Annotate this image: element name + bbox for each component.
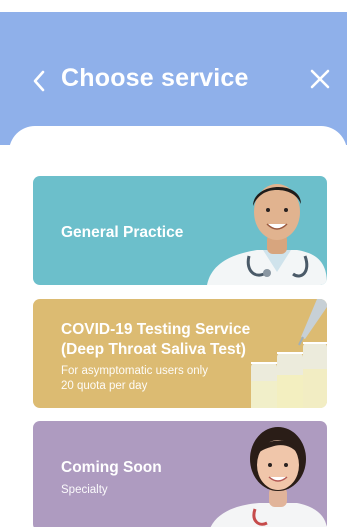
- close-icon: [310, 69, 330, 89]
- test-tubes-photo: [251, 299, 327, 408]
- status-strip: [0, 0, 347, 12]
- doctor-male-photo: [207, 184, 327, 285]
- service-card-coming-soon[interactable]: Coming Soon Specialty: [33, 421, 327, 527]
- service-card-covid-testing[interactable]: COVID-19 Testing Service (Deep Throat Sa…: [33, 299, 327, 408]
- screen: Choose service General Practice COVID-19…: [0, 0, 347, 527]
- close-button[interactable]: [305, 64, 335, 94]
- service-card-general-practice[interactable]: General Practice: [33, 176, 327, 285]
- chevron-left-icon: [33, 70, 45, 92]
- service-title-line-2: (Deep Throat Saliva Test): [61, 341, 246, 358]
- service-title: Coming Soon: [61, 459, 162, 476]
- page-title: Choose service: [61, 64, 249, 92]
- service-title: General Practice: [61, 224, 184, 241]
- header-bar: Choose service: [0, 0, 347, 145]
- service-subtitle: Specialty: [61, 484, 108, 496]
- service-title-line-1: COVID-19 Testing Service: [61, 321, 251, 338]
- back-button[interactable]: [26, 66, 52, 96]
- doctor-female-photo: [210, 427, 327, 527]
- service-subtitle-line-2: 20 quota per day: [61, 380, 148, 392]
- service-subtitle-line-1: For asymptomatic users only: [61, 365, 208, 377]
